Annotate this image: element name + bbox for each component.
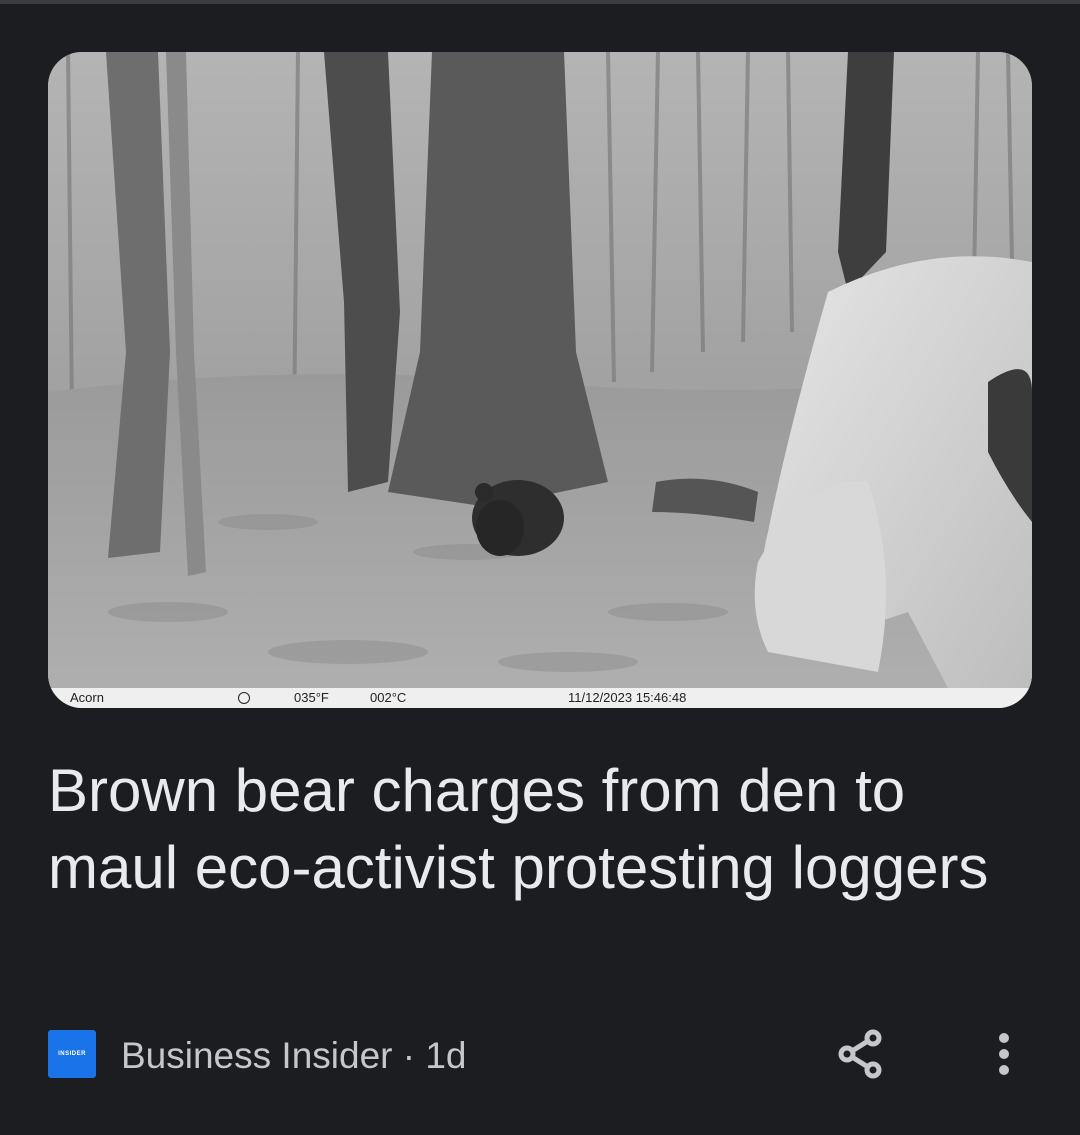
more-vertical-icon xyxy=(999,1033,1009,1075)
source-name[interactable]: Business Insider xyxy=(121,1035,392,1076)
article-image[interactable]: Acorn 035°F 002°C 11/12/2023 15:46:48 xyxy=(48,52,1032,708)
share-button[interactable] xyxy=(835,1028,887,1080)
camera-brand: Acorn xyxy=(70,690,104,705)
article-headline[interactable]: Brown bear charges from den to maul eco-… xyxy=(48,752,1008,906)
top-divider xyxy=(0,0,1080,4)
temperature-fahrenheit: 035°F xyxy=(294,690,329,705)
article-age: 1d xyxy=(425,1035,467,1076)
source-attribution: Business Insider · 1d xyxy=(121,1034,467,1078)
temperature-celsius: 002°C xyxy=(370,690,407,705)
more-options-button[interactable] xyxy=(984,1028,1024,1080)
source-logo: INSIDER xyxy=(48,1030,96,1078)
moon-phase-icon xyxy=(238,692,250,704)
article-meta: INSIDER Business Insider · 1d xyxy=(48,1028,1032,1080)
trail-camera-photo xyxy=(48,52,1032,708)
separator: · xyxy=(402,1035,416,1076)
camera-info-strip: Acorn 035°F 002°C 11/12/2023 15:46:48 xyxy=(48,688,1032,708)
share-icon xyxy=(838,1029,882,1079)
camera-timestamp: 11/12/2023 15:46:48 xyxy=(568,690,687,705)
